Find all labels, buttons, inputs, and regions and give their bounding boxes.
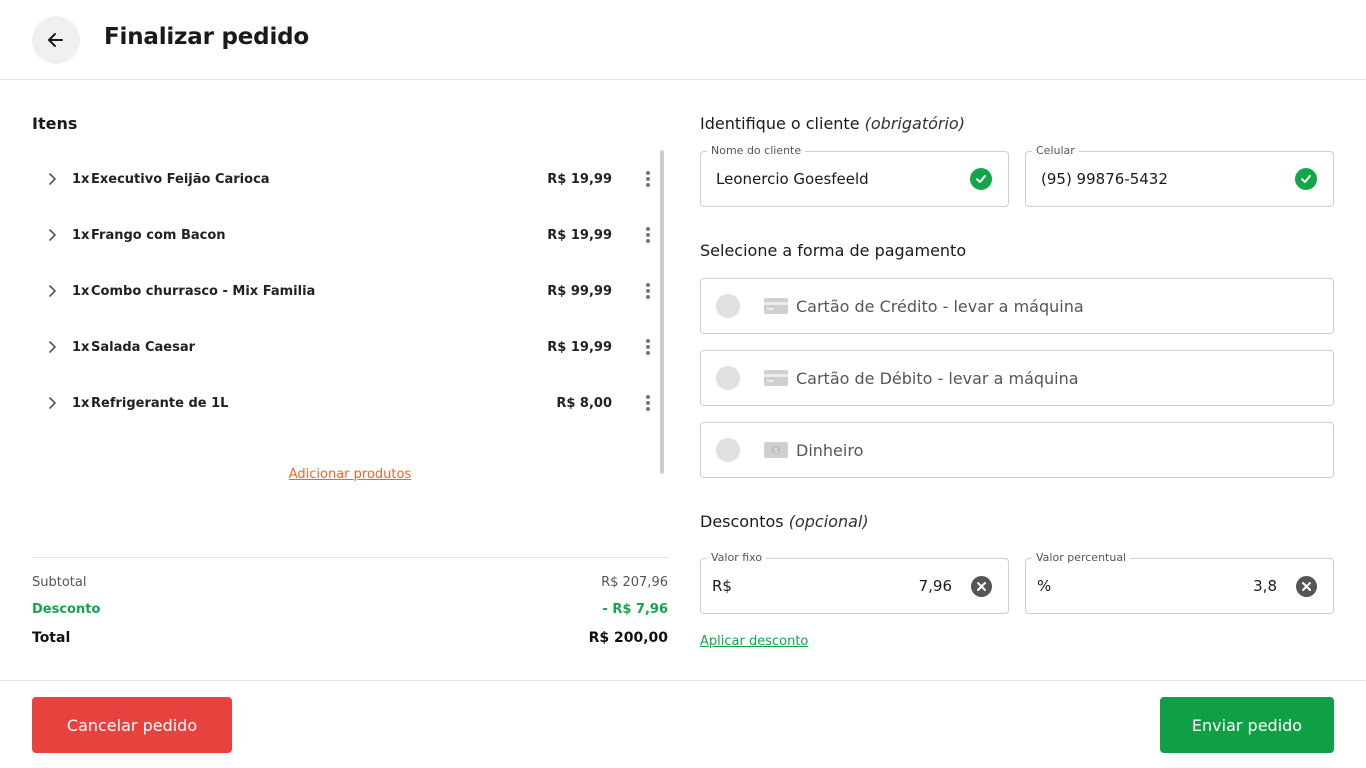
currency-prefix: R$: [712, 577, 732, 595]
page-title: Finalizar pedido: [104, 24, 309, 50]
footer: Cancelar pedido Enviar pedido: [0, 680, 1366, 768]
item-name: Refrigerante de 1L: [91, 395, 229, 411]
item-qty: 1x: [72, 227, 90, 243]
discounts-title: Descontos: [700, 512, 784, 531]
svg-text:$: $: [773, 446, 778, 455]
header: Finalizar pedido: [0, 0, 1366, 80]
radio-button[interactable]: [716, 438, 740, 462]
add-products-link[interactable]: Adicionar produtos: [0, 467, 700, 482]
chevron-right-icon[interactable]: [44, 283, 60, 299]
check-circle-icon: [970, 168, 992, 190]
chevron-right-icon[interactable]: [44, 227, 60, 243]
item-qty: 1x: [72, 395, 90, 411]
item-price: R$ 99,99: [547, 283, 612, 299]
chevron-right-icon[interactable]: [44, 339, 60, 355]
radio-button[interactable]: [716, 294, 740, 318]
item-name: Executivo Feijão Carioca: [91, 171, 270, 187]
payment-option-label: Cartão de Débito - levar a máquina: [796, 369, 1079, 388]
percent-discount-field[interactable]: Valor percentual % 3,8: [1025, 551, 1334, 614]
more-vertical-icon[interactable]: [640, 169, 656, 189]
item-name: Combo churrasco - Mix Familia: [91, 283, 316, 299]
discounts-title-note: (opcional): [788, 512, 869, 531]
fixed-discount-value[interactable]: 7,96: [919, 577, 952, 595]
payment-option-credit[interactable]: Cartão de Crédito - levar a máquina: [700, 278, 1334, 334]
item-qty: 1x: [72, 283, 90, 299]
item-price: R$ 19,99: [547, 227, 612, 243]
item-qty: 1x: [72, 339, 90, 355]
more-vertical-icon[interactable]: [640, 393, 656, 413]
payment-title: Selecione a forma de pagamento: [700, 241, 967, 260]
list-item: 1x Combo churrasco - Mix Familia R$ 99,9…: [32, 271, 662, 311]
more-vertical-icon[interactable]: [640, 337, 656, 357]
payment-option-label: Dinheiro: [796, 441, 864, 460]
percent-discount-label: Valor percentual: [1032, 551, 1131, 564]
phone-label: Celular: [1032, 144, 1079, 157]
phone-value[interactable]: (95) 99876-5432: [1041, 170, 1168, 188]
item-price: R$ 19,99: [547, 171, 612, 187]
phone-field[interactable]: Celular (95) 99876-5432: [1025, 144, 1334, 207]
divider: [32, 557, 668, 558]
percent-prefix: %: [1037, 577, 1052, 595]
arrow-left-icon: [48, 33, 63, 47]
clear-icon[interactable]: [971, 576, 992, 597]
discount-value: - R$ 7,96: [602, 602, 668, 617]
items-scrollbar[interactable]: [660, 150, 664, 474]
cancel-order-button[interactable]: Cancelar pedido: [32, 697, 232, 753]
client-name-value[interactable]: Leonercio Goesfeeld: [716, 170, 869, 188]
list-item: 1x Salada Caesar R$ 19,99: [32, 327, 662, 367]
total-value: R$ 200,00: [588, 630, 668, 646]
item-price: R$ 19,99: [547, 339, 612, 355]
clear-icon[interactable]: [1296, 576, 1317, 597]
client-name-field[interactable]: Nome do cliente Leonercio Goesfeeld: [700, 144, 1009, 207]
item-qty: 1x: [72, 171, 90, 187]
client-section-title: Identifique o cliente (obrigatório): [700, 114, 965, 133]
subtotal-value: R$ 207,96: [601, 575, 668, 590]
discount-label: Desconto: [32, 602, 101, 617]
cash-icon: $: [764, 442, 788, 458]
credit-card-icon: [764, 370, 788, 386]
back-button[interactable]: [32, 16, 80, 64]
fixed-discount-field[interactable]: Valor fixo R$ 7,96: [700, 551, 1009, 614]
list-item: 1x Executivo Feijão Carioca R$ 19,99: [32, 159, 662, 199]
chevron-right-icon[interactable]: [44, 395, 60, 411]
items-title: Itens: [32, 114, 78, 133]
send-order-button[interactable]: Enviar pedido: [1160, 697, 1334, 753]
item-name: Frango com Bacon: [91, 227, 226, 243]
item-name: Salada Caesar: [91, 339, 196, 355]
list-item: 1x Frango com Bacon R$ 19,99: [32, 215, 662, 255]
check-circle-icon: [1295, 168, 1317, 190]
list-item: 1x Refrigerante de 1L R$ 8,00: [32, 383, 662, 423]
item-price: R$ 8,00: [556, 395, 612, 411]
credit-card-icon: [764, 298, 788, 314]
more-vertical-icon[interactable]: [640, 281, 656, 301]
apply-discount-link[interactable]: Aplicar desconto: [700, 634, 808, 649]
payment-option-label: Cartão de Crédito - levar a máquina: [796, 297, 1084, 316]
discounts-section-title: Descontos (opcional): [700, 512, 869, 531]
percent-discount-value[interactable]: 3,8: [1253, 577, 1277, 595]
more-vertical-icon[interactable]: [640, 225, 656, 245]
client-title: Identifique o cliente: [700, 114, 860, 133]
payment-option-debit[interactable]: Cartão de Débito - levar a máquina: [700, 350, 1334, 406]
radio-button[interactable]: [716, 366, 740, 390]
total-label: Total: [32, 630, 71, 646]
chevron-right-icon[interactable]: [44, 171, 60, 187]
client-name-label: Nome do cliente: [707, 144, 806, 157]
fixed-discount-label: Valor fixo: [707, 551, 767, 564]
payment-option-cash[interactable]: $ Dinheiro: [700, 422, 1334, 478]
client-title-note: (obrigatório): [864, 114, 965, 133]
subtotal-label: Subtotal: [32, 575, 87, 590]
